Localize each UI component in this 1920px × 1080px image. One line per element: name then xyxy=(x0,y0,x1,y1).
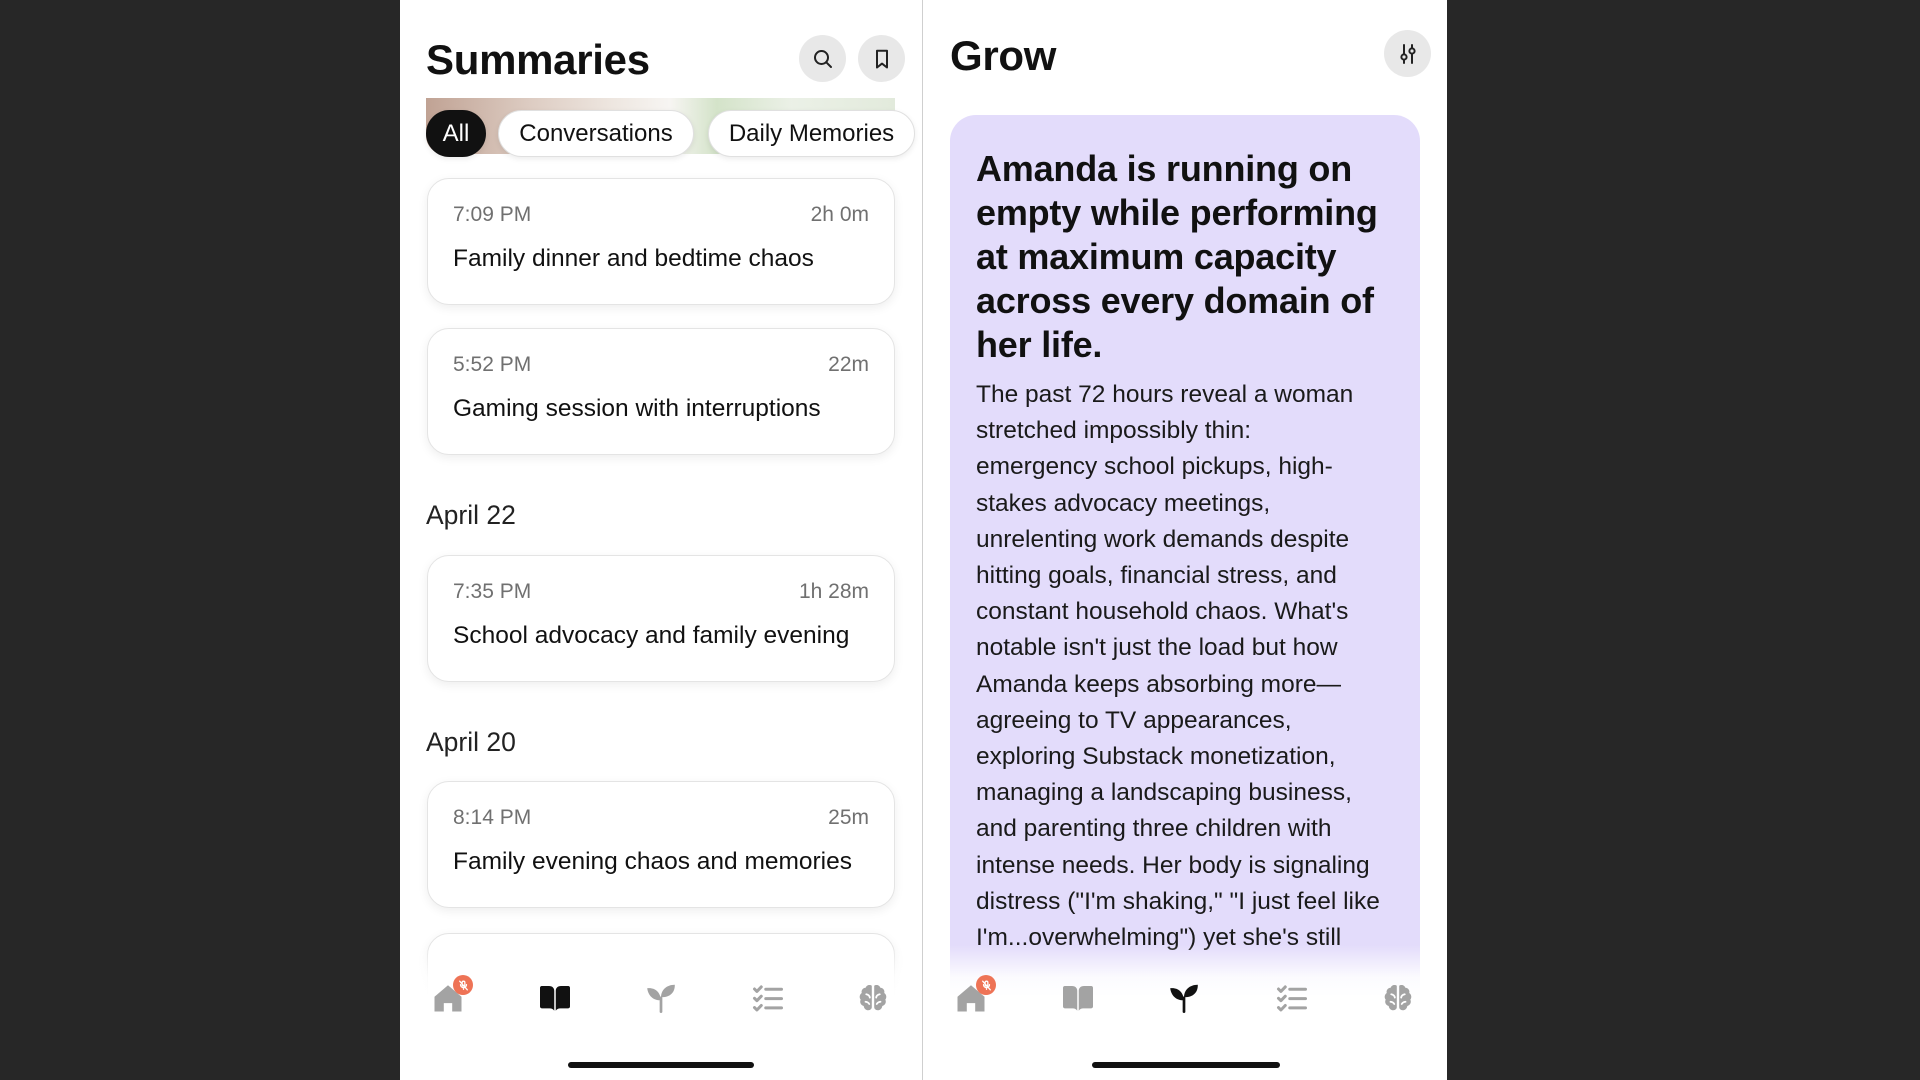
body-line: Amanda keeps absorbing more— xyxy=(976,670,1341,698)
summary-time: 7:35 PM xyxy=(453,580,532,603)
sprout-icon xyxy=(1170,984,1198,1013)
tab-bar xyxy=(400,975,922,1016)
insight-body: The past 72 hours reveal a woman stretch… xyxy=(976,377,1380,956)
date-section-header: April 20 xyxy=(426,727,516,757)
body-line: stakes advocacy meetings, xyxy=(976,489,1271,517)
body-line: constant household chaos. What's xyxy=(976,598,1349,626)
summary-duration: 2h 0m xyxy=(810,203,869,226)
page-title: Grow xyxy=(950,32,1057,79)
search-icon xyxy=(813,49,832,68)
tab-summaries[interactable] xyxy=(1060,980,1096,1016)
tab-home[interactable] xyxy=(953,975,996,1016)
checklist-icon xyxy=(1277,985,1307,1012)
checklist-icon xyxy=(753,985,783,1012)
body-line: exploring Substack monetization, xyxy=(976,743,1336,771)
filter-chip-all[interactable]: All xyxy=(426,110,486,157)
body-line: hitting goals, financial stress, and xyxy=(976,562,1337,590)
filter-chip-conversations[interactable]: Conversations xyxy=(498,110,694,157)
book-icon xyxy=(540,986,570,1011)
tab-grow[interactable] xyxy=(643,980,679,1016)
sprout-icon xyxy=(647,984,675,1013)
body-line: The past 72 hours reveal a woman xyxy=(976,381,1354,408)
summary-card[interactable]: 8:14 PM 25m Family evening chaos and mem… xyxy=(427,781,895,908)
body-line: stretched impossibly thin: xyxy=(976,417,1252,445)
book-icon xyxy=(1063,986,1093,1011)
brain-icon xyxy=(859,984,887,1011)
mic-off-icon xyxy=(981,980,991,990)
body-line: managing a landscaping business, xyxy=(976,779,1352,807)
page-title: Summaries xyxy=(426,36,650,83)
mic-off-icon xyxy=(458,980,468,990)
body-line: emergency school pickups, high- xyxy=(976,453,1333,481)
headline-line: empty while performing xyxy=(976,192,1378,233)
summary-time: 7:09 PM xyxy=(453,203,532,226)
headline-line: at maximum capacity xyxy=(976,236,1337,277)
grow-screen: Grow Amanda is running on empty while pe… xyxy=(923,0,1447,1080)
summary-title: Family dinner and bedtime chaos xyxy=(453,245,814,272)
insight-headline: Amanda is running on empty while perform… xyxy=(976,147,1378,367)
body-line: intense needs. Her body is signaling xyxy=(976,851,1370,879)
search-button[interactable] xyxy=(799,35,846,82)
date-section-header: April 22 xyxy=(426,500,516,530)
summary-duration: 22m xyxy=(828,353,869,376)
screen: Summaries All Conversations Daily Memori… xyxy=(0,0,1920,1080)
recording-off-badge xyxy=(453,975,473,995)
summary-time: 5:52 PM xyxy=(453,353,532,376)
home-indicator xyxy=(1092,1062,1280,1068)
tab-memory[interactable] xyxy=(1380,980,1416,1016)
summary-title: Gaming session with interruptions xyxy=(453,395,821,422)
summary-duration: 1h 28m xyxy=(798,580,869,603)
tab-memory[interactable] xyxy=(855,980,891,1016)
tab-tasks[interactable] xyxy=(1274,980,1310,1016)
grow-settings-button[interactable] xyxy=(1384,30,1431,77)
tab-grow[interactable] xyxy=(1166,980,1202,1016)
filter-chip-daily-memories[interactable]: Daily Memories xyxy=(708,110,915,157)
sliders-icon xyxy=(1399,43,1416,64)
headline-line: Amanda is running on xyxy=(976,148,1353,189)
body-line: and parenting three children with xyxy=(976,815,1332,843)
brain-icon xyxy=(1384,984,1412,1011)
summary-title: School advocacy and family evening xyxy=(453,622,850,649)
tab-summaries[interactable] xyxy=(537,980,573,1016)
summary-time: 8:14 PM xyxy=(453,806,532,829)
body-line: distress ("I'm shaking," "I just feel li… xyxy=(976,887,1380,915)
headline-line: her life. xyxy=(976,324,1103,365)
body-line: agreeing to TV appearances, xyxy=(976,706,1292,734)
body-line: unrelenting work demands despite xyxy=(976,525,1350,553)
tab-bar xyxy=(923,975,1447,1016)
insight-card[interactable]: Amanda is running on empty while perform… xyxy=(950,115,1420,1035)
tab-tasks[interactable] xyxy=(750,980,786,1016)
home-indicator xyxy=(568,1062,754,1068)
bookmark-button[interactable] xyxy=(858,35,905,82)
summary-card[interactable]: 5:52 PM 22m Gaming session with interrup… xyxy=(427,328,895,455)
summary-duration: 25m xyxy=(828,806,869,829)
summary-title: Family evening chaos and memories xyxy=(453,848,852,875)
tab-home[interactable] xyxy=(430,975,473,1016)
summaries-screen: Summaries All Conversations Daily Memori… xyxy=(400,0,922,1080)
recording-off-badge xyxy=(976,975,996,995)
summary-card[interactable]: 7:09 PM 2h 0m Family dinner and bedtime … xyxy=(427,178,895,305)
bookmark-icon xyxy=(875,49,888,68)
body-line: notable isn't just the load but how xyxy=(976,634,1338,662)
summary-card[interactable]: 7:35 PM 1h 28m School advocacy and famil… xyxy=(427,555,895,682)
headline-line: across every domain of xyxy=(976,280,1374,321)
